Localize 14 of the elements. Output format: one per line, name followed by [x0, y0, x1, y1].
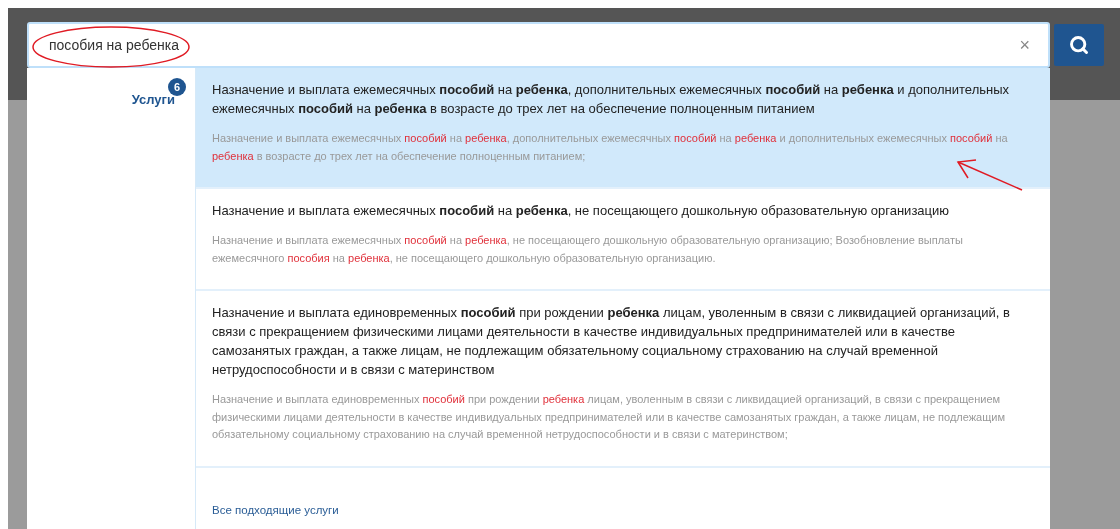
- result-description: Назначение и выплата ежемесячных пособий на ребенка, не посещающего дошкольную образовательную организацию; Возобновление выплаты ежемесячного пособия на ребенка, не посещающего дошкольную образовательную организацию.: [212, 233, 964, 266]
- search-button[interactable]: [1054, 24, 1104, 66]
- result-title: Назначение и выплата единовременных пособий при рождении ребенка лицам, уволенным в связи с ликвидацией организаций, в связи с прекращением физическими лицами деятельности в качестве индивидуальных предпринимателей или в качестве самозанятых граждан, а также лицам, не подлежащим обязательному социальному страхованию на случай временной нетрудоспособности и в связи с материнством: [212, 304, 1010, 379]
- result-title: Назначение и выплата ежемесячных пособий на ребенка, дополнительных ежемесячных пособий на ребенка и дополнительных ежемесячных пособий на ребенка в возрасте до трех лет на обеспечение полноценным питанием: [212, 81, 1010, 118]
- result-description: Назначение и выплата ежемесячных пособий на ребенка, дополнительных ежемесячных пособий на ребенка и дополнительных ежемесячных пособий на ребенка в возрасте до трех лет на обеспечение полноценным питанием;: [212, 131, 1009, 164]
- search-icon: [1069, 35, 1089, 55]
- annotation-arrow: [956, 159, 1023, 191]
- result-title: Назначение и выплата ежемесячных пособий на ребенка, не посещающего дошкольную образовательную организацию: [212, 202, 951, 220]
- result-item[interactable]: [196, 68, 1050, 189]
- result-description: Назначение и выплата единовременных пособий при рождении ребенка лицам, уволенным в связи с ликвидацией организаций, в связи с прекращением физическими лицами деятельности в качестве индивидуальных предпринимателей или в качестве самозанятых граждан, а также лицам, не подлежащим обязательному социальному страхованию на случай временной нетрудоспособности и в связи с материнством;: [212, 392, 1006, 442]
- clear-button[interactable]: ×: [1019, 34, 1030, 56]
- count-badge: 6: [168, 78, 186, 96]
- all-results-link[interactable]: Все подходящие услуги: [212, 503, 339, 516]
- search-field[interactable]: пособия на ребенка ×: [27, 22, 1050, 68]
